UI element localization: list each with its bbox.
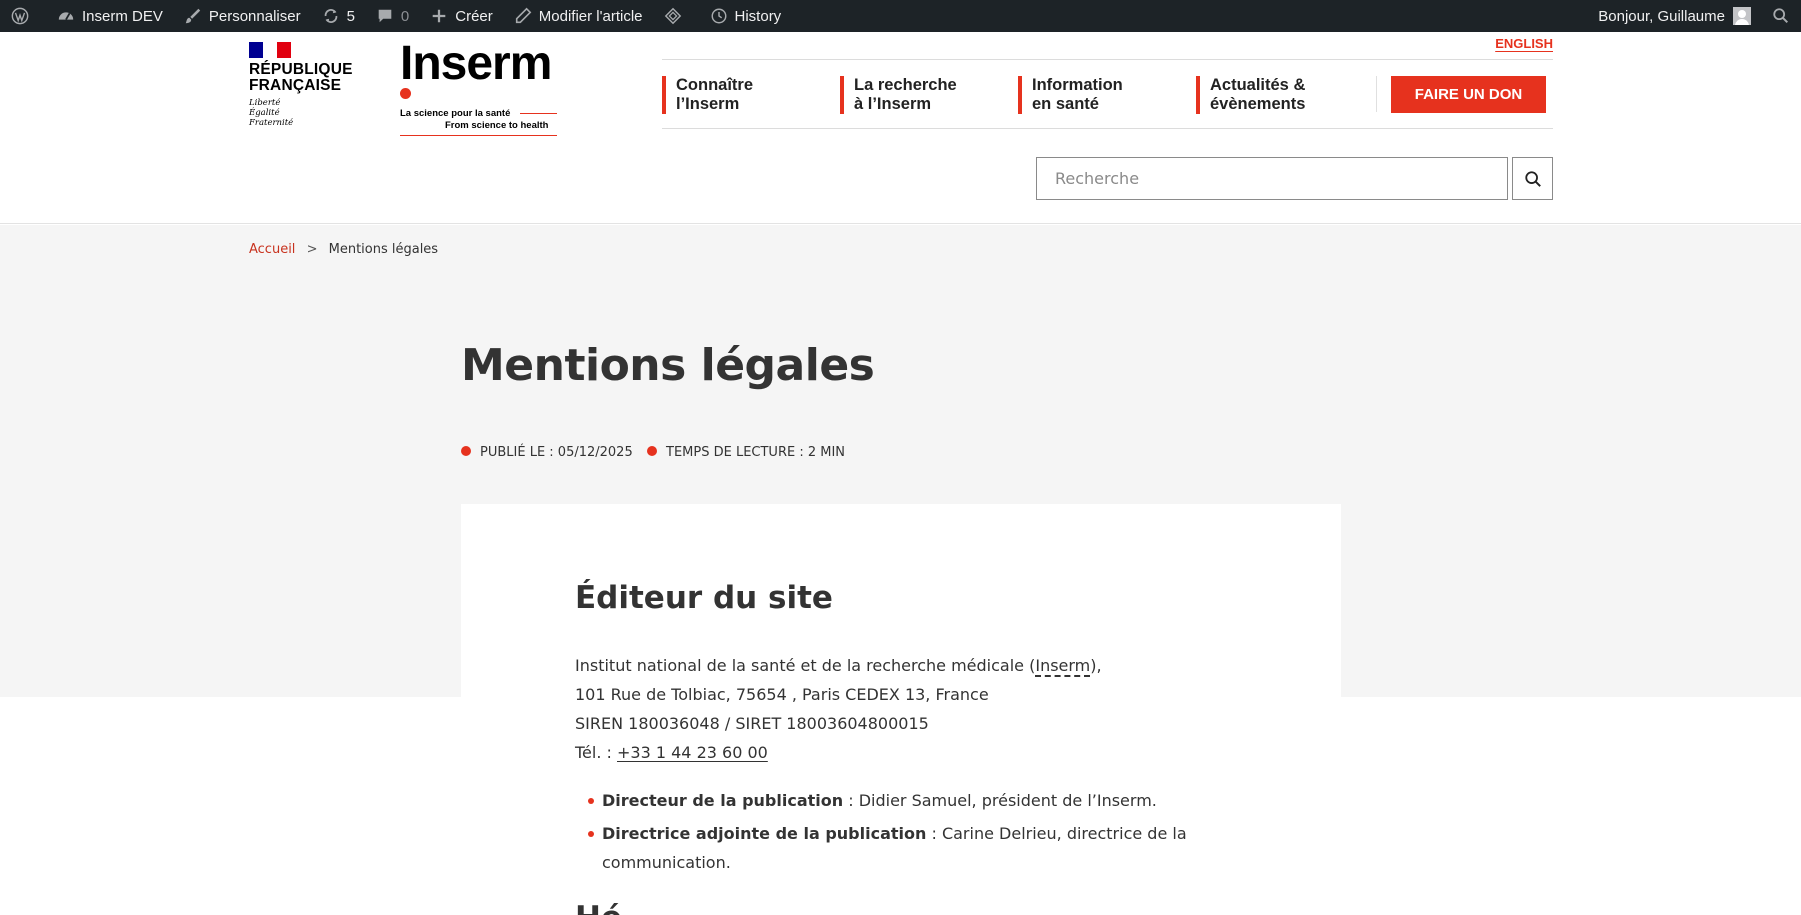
- search-icon: [1524, 170, 1542, 188]
- address-text: Institut national de la santé et de la r…: [575, 656, 1036, 675]
- customize-link[interactable]: Personnaliser: [173, 0, 311, 32]
- site-name: Inserm DEV: [82, 7, 163, 25]
- breadcrumb: Accueil > Mentions légales: [249, 242, 438, 257]
- customize-label: Personnaliser: [208, 7, 301, 25]
- site-header: RÉPUBLIQUE FRANÇAISE Liberté Égalité Fra…: [0, 32, 1801, 224]
- dashboard-icon: [56, 6, 76, 26]
- diamond-icon: [663, 6, 683, 26]
- list-item-text: : Didier Samuel, président de l’Inserm.: [843, 791, 1157, 810]
- account-menu[interactable]: Bonjour, Guillaume: [1588, 0, 1761, 32]
- logo-rule: [520, 113, 557, 114]
- search-input[interactable]: [1036, 157, 1508, 200]
- nav-divider: [662, 128, 1553, 129]
- list-item: Directrice adjointe de la publication : …: [588, 819, 1188, 877]
- updates-link[interactable]: 5: [311, 0, 365, 32]
- admin-search-button[interactable]: [1761, 0, 1801, 32]
- updates-icon: [321, 6, 341, 26]
- logo-rule: [400, 135, 557, 136]
- section-title: Éditeur du site: [575, 580, 833, 616]
- logo-tagline-en: From science to health: [445, 120, 549, 131]
- bullet-dot: [647, 445, 657, 456]
- address-line-4: Tél. : +33 1 44 23 60 00: [575, 738, 1102, 767]
- next-section-heading: Hé: [575, 900, 622, 915]
- republique-motto: Liberté Égalité Fraternité: [249, 98, 294, 128]
- edit-post-link[interactable]: Modifier l'article: [503, 0, 653, 32]
- nav-item-recherche[interactable]: La recherche à l’Inserm: [840, 76, 1018, 114]
- site-name-menu[interactable]: Inserm DEV: [46, 0, 173, 32]
- history-label: History: [734, 7, 782, 25]
- logo-tagline-fr: La science pour la santé: [400, 108, 511, 119]
- address-text: ),: [1090, 656, 1102, 675]
- search-icon: [1771, 6, 1791, 26]
- publisher-address: Institut national de la santé et de la r…: [575, 651, 1102, 767]
- wordpress-logo[interactable]: [0, 0, 46, 32]
- republique-name: RÉPUBLIQUE FRANÇAISE: [249, 61, 353, 94]
- inserm-logo[interactable]: Inserm La science pour la santé From sci…: [400, 37, 560, 142]
- nav-item-actualites[interactable]: Actualités & évènements: [1196, 76, 1374, 114]
- logo-dot: [400, 88, 411, 99]
- pencil-icon: [513, 6, 533, 26]
- reading-time-text: TEMPS DE LECTURE : 2 MIN: [666, 445, 846, 460]
- list-item: Directeur de la publication : Didier Sam…: [588, 786, 1188, 815]
- bullet-dot: [461, 445, 471, 456]
- phone-link[interactable]: +33 1 44 23 60 00: [617, 743, 768, 762]
- nav-item-connaitre[interactable]: Connaître l’Inserm: [662, 76, 840, 114]
- wordpress-icon: [10, 6, 30, 26]
- history-link[interactable]: History: [699, 0, 792, 32]
- publication-list: Directeur de la publication : Didier Sam…: [588, 786, 1188, 881]
- nav-item-information[interactable]: Information en santé: [1018, 76, 1196, 114]
- logo-wordmark: Inserm: [400, 37, 552, 90]
- breadcrumb-separator: >: [306, 242, 318, 257]
- nav-separator: [1376, 76, 1377, 112]
- comment-icon: [375, 6, 395, 26]
- comments-link[interactable]: 0: [365, 0, 419, 32]
- comments-count: 0: [400, 7, 410, 25]
- breadcrumb-home-link[interactable]: Accueil: [249, 242, 295, 257]
- french-flag-icon: [249, 42, 291, 58]
- english-link[interactable]: ENGLISH: [1495, 36, 1553, 51]
- address-line-2: 101 Rue de Tolbiac, 75654 , Paris CEDEX …: [575, 685, 989, 704]
- edit-label: Modifier l'article: [538, 7, 643, 25]
- published-text: PUBLIÉ LE : 05/12/2025: [480, 445, 633, 460]
- brush-icon: [183, 6, 203, 26]
- page-title: Mentions légales: [461, 340, 875, 391]
- breadcrumb-current: Mentions légales: [328, 242, 439, 257]
- search-button[interactable]: [1512, 157, 1553, 200]
- donate-button[interactable]: FAIRE UN DON: [1391, 76, 1546, 113]
- avatar: [1733, 7, 1751, 25]
- nav-divider: [662, 59, 1553, 60]
- address-line-1: Institut national de la santé et de la r…: [575, 651, 1102, 680]
- updates-count: 5: [346, 7, 355, 25]
- history-icon: [709, 6, 729, 26]
- tel-label: Tél. :: [575, 743, 617, 762]
- greeting: Bonjour, Guillaume: [1598, 7, 1725, 25]
- new-content-menu[interactable]: Créer: [419, 0, 503, 32]
- reading-time: TEMPS DE LECTURE : 2 MIN: [647, 445, 845, 460]
- republique-francaise-logo[interactable]: RÉPUBLIQUE FRANÇAISE Liberté Égalité Fra…: [249, 42, 353, 128]
- plus-icon: [429, 6, 449, 26]
- address-line-3: SIREN 180036048 / SIRET 18003604800015: [575, 714, 929, 733]
- inserm-abbreviation[interactable]: Inserm: [1035, 656, 1091, 677]
- admin-bar: Inserm DEV Personnaliser 5 0 Créer Modif…: [0, 0, 1801, 32]
- main-nav: Connaître l’Inserm La recherche à l’Inse…: [662, 76, 1374, 114]
- list-item-label: Directrice adjointe de la publication: [602, 824, 927, 843]
- list-item-label: Directeur de la publication: [602, 791, 844, 810]
- plugin-menu[interactable]: [653, 0, 699, 32]
- published-date: PUBLIÉ LE : 05/12/2025: [461, 445, 633, 460]
- new-label: Créer: [455, 7, 493, 25]
